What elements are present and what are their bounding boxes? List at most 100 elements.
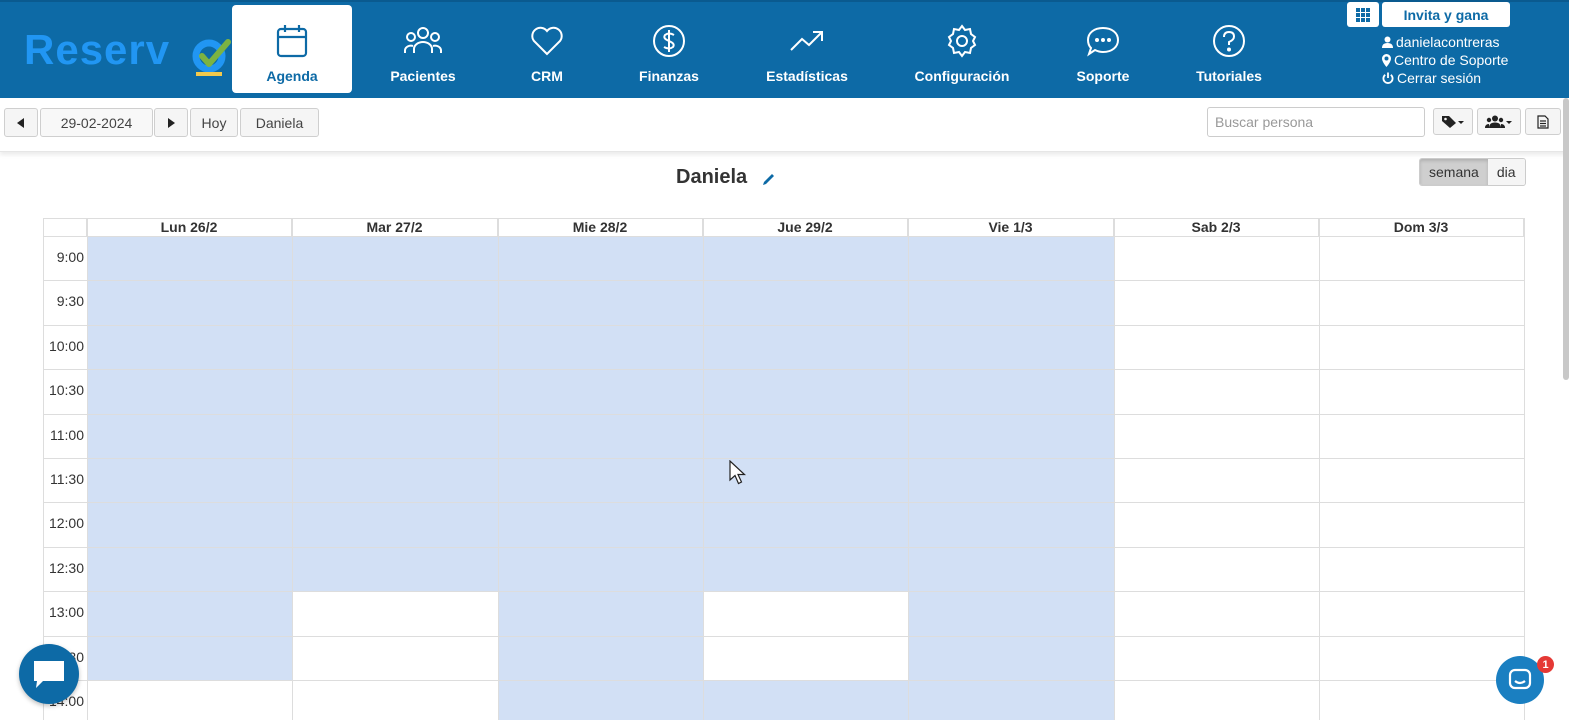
reservo-logo[interactable]: Reserv [24, 26, 231, 76]
logo-text: Reserv [24, 26, 171, 73]
top-navigation-bar: Reserv Agenda Pacientes CRM Finanzas Est… [0, 0, 1569, 98]
trending-up-icon [789, 23, 825, 59]
available-slot-block[interactable] [498, 236, 703, 720]
nav-pacientes[interactable]: Pacientes [363, 5, 483, 93]
row-divider [43, 369, 1524, 370]
gear-icon [945, 23, 979, 59]
view-toggle: semana dia [1419, 158, 1526, 186]
mouse-cursor-icon [729, 460, 747, 485]
users-icon [404, 23, 442, 59]
page-scrollbar[interactable] [1563, 98, 1569, 380]
apps-grid-button[interactable] [1347, 2, 1379, 27]
next-week-button[interactable] [154, 108, 188, 137]
day-column-header: Vie 1/3 [908, 218, 1114, 236]
document-icon [1537, 114, 1549, 129]
column-divider [1319, 218, 1320, 720]
nav-estadisticas-label: Estadísticas [766, 68, 848, 84]
row-divider [43, 547, 1524, 548]
week-calendar-grid: Lun 26/2 Mar 27/2 Mie 28/2 Jue 29/2 Vie 1/3 S… [43, 218, 1525, 720]
nav-configuracion-label: Configuración [914, 68, 1010, 84]
time-slot-label: 12:30 [43, 560, 87, 576]
map-pin-icon [1382, 53, 1391, 67]
time-slot-label: 9:30 [43, 293, 87, 309]
nav-soporte[interactable]: Soporte [1043, 5, 1163, 93]
column-divider [703, 218, 704, 720]
agenda-toolbar: 29-02-2024 Hoy Daniela [0, 98, 1569, 152]
row-divider [43, 636, 1524, 637]
day-column-header: Dom 3/3 [1319, 218, 1524, 236]
user-icon [1382, 36, 1393, 48]
triangle-left-icon [17, 117, 24, 128]
time-slot-label: 10:00 [43, 338, 87, 354]
group-dropdown-icon [1485, 115, 1512, 128]
row-divider [43, 325, 1524, 326]
grid-icon [1356, 7, 1370, 22]
nav-finanzas-label: Finanzas [639, 68, 699, 84]
available-slot-block[interactable] [703, 680, 908, 720]
row-divider [43, 236, 1524, 237]
date-field[interactable]: 29-02-2024 [40, 108, 153, 137]
row-divider [43, 280, 1524, 281]
nav-agenda[interactable]: Agenda [232, 5, 352, 93]
time-slot-label: 11:00 [43, 427, 87, 443]
account-links: danielacontreras Centro de Soporte Cerra… [1382, 33, 1508, 87]
export-document-button[interactable] [1525, 108, 1561, 135]
dollar-circle-icon [652, 23, 686, 59]
available-slot-block[interactable] [908, 236, 1114, 720]
day-column-header: Lun 26/2 [87, 218, 292, 236]
logout-text: Cerrar sesión [1397, 70, 1482, 86]
power-icon [1382, 72, 1394, 84]
column-divider [908, 218, 909, 720]
edit-pencil-icon[interactable] [762, 172, 776, 186]
nav-estadisticas[interactable]: Estadísticas [747, 5, 867, 93]
triangle-right-icon [168, 117, 175, 128]
row-divider [43, 591, 1524, 592]
heart-icon [530, 23, 564, 59]
username-text: danielacontreras [1396, 34, 1500, 50]
nav-pacientes-label: Pacientes [390, 68, 456, 84]
time-slot-label: 11:30 [43, 471, 87, 487]
nav-crm-label: CRM [531, 68, 563, 84]
day-view-button[interactable]: dia [1487, 159, 1525, 185]
support-center-text: Centro de Soporte [1394, 52, 1509, 68]
invite-button[interactable]: Invita y gana [1382, 2, 1510, 27]
nav-crm[interactable]: CRM [487, 5, 607, 93]
time-slot-label: 13:00 [43, 604, 87, 620]
row-divider [43, 458, 1524, 459]
nav-soporte-label: Soporte [1076, 68, 1130, 84]
calendar-title: Daniela [676, 166, 748, 188]
time-slot-label: 10:30 [43, 382, 87, 398]
row-divider [43, 680, 1524, 681]
logout-link[interactable]: Cerrar sesión [1382, 69, 1508, 87]
tag-dropdown-icon [1442, 115, 1464, 128]
row-divider [43, 414, 1524, 415]
messenger-icon [1508, 668, 1532, 690]
time-slot-label: 9:00 [43, 249, 87, 265]
help-circle-icon [1212, 23, 1246, 59]
nav-configuracion[interactable]: Configuración [902, 5, 1022, 93]
day-column-header: Sab 2/3 [1114, 218, 1319, 236]
today-button[interactable]: Hoy [190, 108, 238, 137]
day-column-header: Mie 28/2 [498, 218, 703, 236]
prev-week-button[interactable] [4, 108, 38, 137]
professional-selector[interactable]: Daniela [240, 108, 319, 137]
chat-icon [34, 661, 64, 688]
row-divider [43, 502, 1524, 503]
tag-filter-button[interactable] [1433, 108, 1473, 135]
search-person-input[interactable] [1207, 107, 1425, 137]
column-divider [1524, 218, 1525, 720]
nav-finanzas[interactable]: Finanzas [609, 5, 729, 93]
day-column-header: Mar 27/2 [292, 218, 498, 236]
group-filter-button[interactable] [1477, 108, 1521, 135]
week-view-button[interactable]: semana [1420, 159, 1488, 185]
username-link[interactable]: danielacontreras [1382, 33, 1508, 51]
chat-launcher-button[interactable] [19, 644, 79, 704]
calendar-icon [276, 23, 308, 59]
time-gutter-header [43, 218, 87, 236]
chat-bubble-icon [1086, 23, 1120, 59]
column-divider [292, 218, 293, 720]
support-center-link[interactable]: Centro de Soporte [1382, 51, 1508, 69]
nav-agenda-label: Agenda [266, 68, 318, 84]
column-divider [87, 218, 88, 720]
nav-tutoriales[interactable]: Tutoriales [1169, 5, 1289, 93]
